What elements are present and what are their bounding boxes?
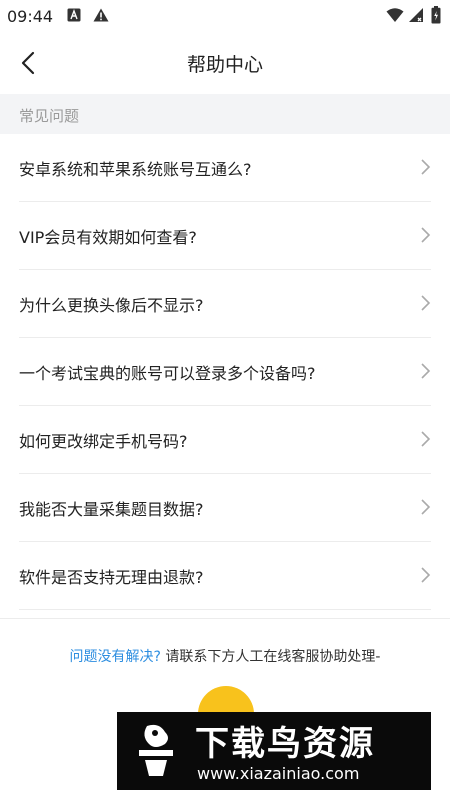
page-title: 帮助中心 bbox=[186, 54, 263, 76]
faq-question: 软件是否支持无理由退款? bbox=[19, 568, 204, 587]
signal-icon bbox=[409, 8, 423, 22]
notification-a-icon bbox=[67, 8, 81, 22]
faq-item[interactable]: 安卓系统和苹果系统账号互通么? bbox=[19, 134, 431, 202]
watermark-url: www.xiazainiao.com bbox=[197, 764, 360, 783]
faq-question: VIP会员有效期如何查看? bbox=[19, 228, 197, 247]
unresolved-link[interactable]: 问题没有解决? bbox=[70, 649, 161, 665]
faq-item[interactable]: 一个考试宝典的账号可以登录多个设备吗? bbox=[19, 338, 431, 406]
section-header: 常见问题 bbox=[0, 94, 450, 134]
watermark-title: 下载鸟资源 bbox=[195, 724, 375, 764]
chevron-right-icon bbox=[421, 159, 431, 175]
faq-item[interactable]: 如何更改绑定手机号码? bbox=[19, 406, 431, 474]
faq-question: 如何更改绑定手机号码? bbox=[19, 432, 188, 451]
status-time: 09:44 bbox=[7, 7, 54, 26]
chevron-right-icon bbox=[421, 567, 431, 583]
status-bar: 09:44 bbox=[0, 0, 450, 34]
faq-question: 安卓系统和苹果系统账号互通么? bbox=[19, 160, 252, 179]
wifi-icon bbox=[386, 8, 404, 22]
faq-item[interactable]: 软件是否支持无理由退款? bbox=[19, 542, 431, 610]
bird-logo-icon bbox=[139, 724, 173, 776]
contact-text: 请联系下方人工在线客服协助处理- bbox=[165, 649, 381, 665]
battery-icon bbox=[431, 6, 441, 24]
chevron-right-icon bbox=[421, 363, 431, 379]
warning-icon bbox=[93, 8, 109, 22]
chevron-right-icon bbox=[421, 227, 431, 243]
faq-list: 安卓系统和苹果系统账号互通么? VIP会员有效期如何查看? 为什么更换头像后不显… bbox=[0, 134, 450, 610]
footer-divider bbox=[0, 618, 450, 619]
faq-question: 一个考试宝典的账号可以登录多个设备吗? bbox=[19, 364, 316, 383]
faq-question: 我能否大量采集题目数据? bbox=[19, 500, 204, 519]
navigation-bar: 帮助中心 bbox=[0, 34, 450, 92]
chevron-right-icon bbox=[421, 431, 431, 447]
faq-question: 为什么更换头像后不显示? bbox=[19, 296, 204, 315]
faq-item[interactable]: 我能否大量采集题目数据? bbox=[19, 474, 431, 542]
faq-item[interactable]: VIP会员有效期如何查看? bbox=[19, 202, 431, 270]
help-footer: 问题没有解决? 请联系下方人工在线客服协助处理- bbox=[0, 646, 450, 666]
chevron-right-icon bbox=[421, 499, 431, 515]
section-title: 常见问题 bbox=[19, 107, 80, 125]
faq-item[interactable]: 为什么更换头像后不显示? bbox=[19, 270, 431, 338]
watermark-banner: 下载鸟资源 www.xiazainiao.com bbox=[117, 712, 431, 790]
chevron-right-icon bbox=[421, 295, 431, 311]
